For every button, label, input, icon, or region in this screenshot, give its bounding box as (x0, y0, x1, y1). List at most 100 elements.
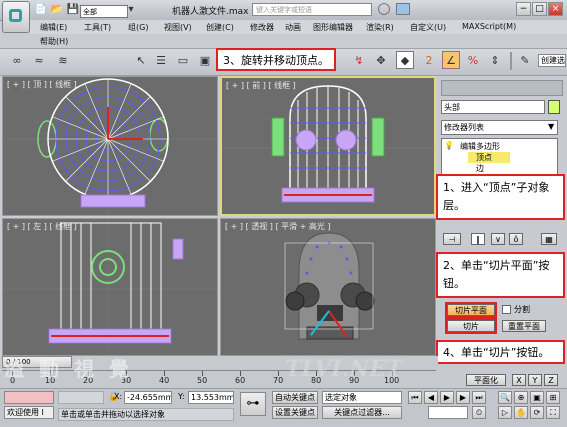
select-object-icon[interactable]: ↖ (132, 51, 150, 69)
link-icon[interactable]: ∞ (8, 51, 26, 69)
new-file-icon[interactable]: 📄 (34, 3, 48, 16)
menu-animation[interactable]: 动画 (285, 22, 301, 33)
tick-label: 40 (159, 376, 170, 385)
slice-button[interactable]: 切片 (445, 318, 497, 334)
app-logo-button[interactable] (2, 1, 30, 33)
toolbar-separator (510, 52, 512, 70)
menu-views[interactable]: 视图(V) (164, 22, 192, 33)
menu-customize[interactable]: 自定义(U) (410, 22, 446, 33)
planarize-z-button[interactable]: Z (544, 374, 558, 386)
menu-edit[interactable]: 编辑(E) (40, 22, 67, 33)
x-label: X: (114, 392, 123, 401)
previous-frame-icon[interactable]: ◀ (424, 391, 438, 404)
snap-toggle-icon[interactable]: 2 (420, 51, 438, 69)
window-crossing-icon[interactable]: ▣ (196, 51, 214, 69)
maxscript-listener[interactable] (4, 391, 54, 404)
tick-label: 60 (235, 376, 246, 385)
callout-step-2: 2、单击“切片平面”按钮。 (436, 252, 565, 298)
x-coordinate-field[interactable]: -24.655mm (124, 391, 172, 404)
unlink-icon[interactable]: ≈ (30, 51, 48, 69)
play-icon[interactable]: ▶ (440, 391, 454, 404)
slice-plane-button[interactable]: 切片平面 (445, 302, 497, 318)
go-to-start-icon[interactable]: ⏮ (408, 391, 422, 404)
planarize-x-button[interactable]: X (512, 374, 526, 386)
select-and-manipulate-icon[interactable]: ↯ (350, 51, 368, 69)
set-key-filter-icon[interactable]: ⊶ (240, 392, 266, 416)
stack-item-edge[interactable]: 边 (476, 163, 484, 174)
viewport-persp-scene (284, 232, 375, 340)
modifier-stack[interactable]: 💡 编辑多边形 顶点 边 (441, 138, 558, 176)
menu-rendering[interactable]: 渲染(R) (366, 22, 394, 33)
chevron-down-icon[interactable]: ▼ (548, 122, 554, 131)
split-checkbox[interactable] (502, 305, 511, 314)
viewport-front[interactable]: [ + ] [ 前 ] [ 线框 ] (220, 76, 436, 216)
show-end-result-icon[interactable]: ‖ (471, 233, 485, 245)
command-panel-tabs[interactable] (441, 80, 563, 96)
zoom-all-icon[interactable]: ⊕ (514, 391, 528, 404)
orbit-icon[interactable]: ⟳ (530, 406, 544, 419)
search-input[interactable]: 键入关键字或短语 (252, 3, 372, 16)
info-center-icon[interactable] (396, 3, 410, 15)
current-frame-field[interactable] (428, 406, 468, 419)
stack-item-edit-poly[interactable]: 编辑多边形 (460, 141, 500, 152)
tick-label: 50 (197, 376, 208, 385)
time-config-icon[interactable]: ⏲ (472, 406, 486, 419)
pin-stack-icon[interactable]: ⊣ (443, 233, 461, 245)
remove-modifier-icon[interactable]: ǒ (509, 233, 523, 245)
select-by-name-icon[interactable]: ☰ (152, 51, 170, 69)
go-to-end-icon[interactable]: ⏭ (472, 391, 486, 404)
percent-snap-icon[interactable]: % (464, 51, 482, 69)
spinner-snap-icon[interactable]: ⇕ (486, 51, 504, 69)
menu-group[interactable]: 组(G) (128, 22, 148, 33)
save-file-icon[interactable]: 💾 (66, 3, 80, 16)
light-bulb-icon[interactable]: 💡 (444, 141, 454, 150)
prompt-line: 单击或单击并拖动以选择对象 (58, 408, 234, 421)
zoom-icon[interactable]: 🔍 (498, 391, 512, 404)
zoom-extents-all-icon[interactable]: ⊞ (546, 391, 560, 404)
object-color-swatch[interactable] (548, 100, 560, 114)
maximize-button[interactable]: □ (532, 2, 547, 16)
configure-modifier-sets-icon[interactable]: ▦ (541, 233, 557, 245)
tick-label: 70 (273, 376, 284, 385)
stack-item-vertex[interactable]: 顶点 (468, 152, 510, 163)
callout-step-4: 4、单击“切片”按钮。 (436, 340, 565, 364)
keyboard-shortcut-icon[interactable]: ◆ (396, 51, 414, 69)
menu-graph-editors[interactable]: 图形编辑器 (313, 22, 353, 33)
key-mode-dropdown[interactable]: 选定对象 (322, 391, 402, 404)
set-key-button[interactable]: 设置关键点 (272, 406, 318, 419)
field-of-view-icon[interactable]: ▷ (498, 406, 512, 419)
viewport-top[interactable]: [ + ] [ 顶 ] [ 线框 ] (2, 76, 218, 216)
selection-filter-dropdown[interactable]: 全部 (80, 5, 128, 18)
planarize-y-button[interactable]: Y (528, 374, 542, 386)
key-filters-button[interactable]: 关键点过滤器... (322, 406, 402, 419)
modifier-list-dropdown[interactable]: 修改器列表 (441, 120, 558, 135)
auto-key-button[interactable]: 自动关键点 (272, 391, 318, 404)
menu-tools[interactable]: 工具(T) (84, 22, 111, 33)
y-coordinate-field[interactable]: 13.553mm (188, 391, 234, 404)
viewport-perspective[interactable]: [ + ] [ 透视 ] [ 平滑 + 高光 ] (220, 218, 436, 356)
viewport-left[interactable]: [ + ] [ 左 ] [ 线框 ] (2, 218, 218, 356)
rect-select-region-icon[interactable]: ▭ (174, 51, 192, 69)
edit-named-selection-icon[interactable]: ✎ (516, 51, 534, 69)
pan-icon[interactable]: ✋ (514, 406, 528, 419)
angle-snap-icon[interactable]: ∠ (442, 51, 460, 69)
object-name-field[interactable]: 头部 (441, 100, 545, 114)
search-icon[interactable] (378, 3, 390, 15)
viewport-front-scene (222, 78, 434, 214)
open-file-icon[interactable]: 📂 (50, 3, 64, 16)
zoom-extents-icon[interactable]: ▣ (530, 391, 544, 404)
planarize-button[interactable]: 平面化 (466, 374, 506, 386)
reset-plane-button[interactable]: 重置平面 (502, 320, 546, 332)
menu-modifiers[interactable]: 修改器 (250, 22, 274, 33)
named-selection-field[interactable]: 创建选 (538, 54, 566, 67)
close-button[interactable]: × (548, 2, 563, 16)
maximize-viewport-icon[interactable]: ⛶ (546, 406, 560, 419)
menu-help[interactable]: 帮助(H) (40, 36, 68, 47)
pivot-icon[interactable]: ✥ (372, 51, 390, 69)
minimize-button[interactable]: − (516, 2, 531, 16)
bind-space-warp-icon[interactable]: ≋ (54, 51, 72, 69)
menu-create[interactable]: 创建(C) (206, 22, 234, 33)
menu-maxscript[interactable]: MAXScript(M) (462, 22, 516, 31)
make-unique-icon[interactable]: ∨ (491, 233, 505, 245)
next-frame-icon[interactable]: ▶ (456, 391, 470, 404)
